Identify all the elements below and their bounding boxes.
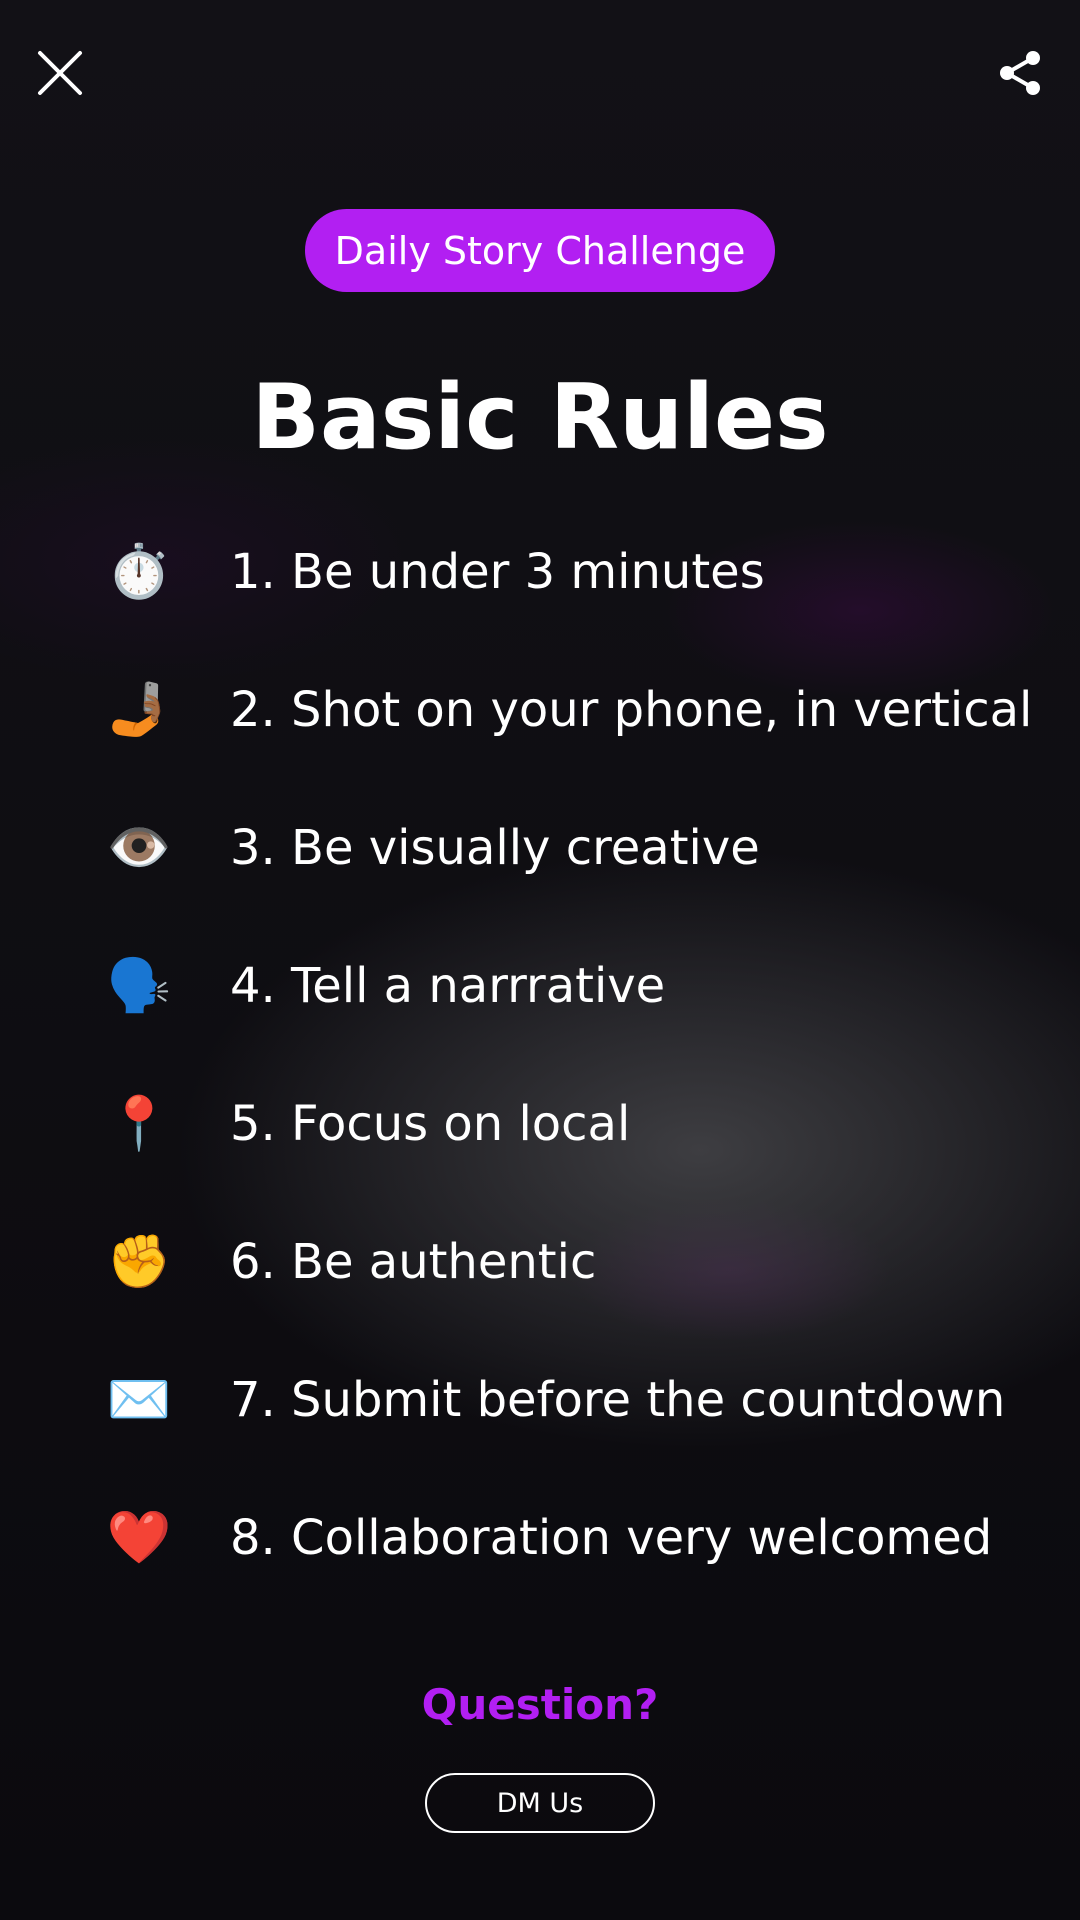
rule-item: ✊ 6. Be authentic	[0, 1212, 1080, 1312]
rule-item: 🤳🏾 2. Shot on your phone, in vertical	[0, 660, 1080, 760]
rule-text: 3. Be visually creative	[230, 820, 760, 876]
rule-item: ❤️ 8. Collaboration very welcomed	[0, 1488, 1080, 1588]
envelope-icon: ✉️	[106, 1370, 172, 1430]
challenge-badge-label: Daily Story Challenge	[334, 228, 746, 273]
selfie-icon: 🤳🏾	[106, 680, 172, 740]
rule-item: 📍 5. Focus on local	[0, 1074, 1080, 1174]
rule-text: 2. Shot on your phone, in vertical	[230, 682, 1033, 738]
rule-text: 5. Focus on local	[230, 1096, 631, 1152]
rule-text: 7. Submit before the countdown	[230, 1372, 1006, 1428]
share-button[interactable]	[980, 33, 1060, 113]
rule-text: 6. Be authentic	[230, 1234, 597, 1290]
close-button[interactable]	[20, 33, 100, 113]
dm-us-label: DM Us	[496, 1787, 584, 1819]
rule-item: 👁️ 3. Be visually creative	[0, 798, 1080, 898]
rule-item: 🗣️ 4. Tell a narrrative	[0, 936, 1080, 1036]
stopwatch-icon: ⏱️	[106, 542, 172, 602]
question-heading: Question?	[421, 1680, 659, 1729]
eye-icon: 👁️	[106, 818, 172, 878]
close-icon	[38, 51, 82, 95]
raised-fist-icon: ✊	[106, 1232, 172, 1292]
pushpin-icon: 📍	[106, 1094, 172, 1154]
rule-text: 1. Be under 3 minutes	[230, 544, 765, 600]
dm-us-button[interactable]: DM Us	[425, 1773, 655, 1833]
rule-text: 8. Collaboration very welcomed	[230, 1510, 993, 1566]
speaking-head-icon: 🗣️	[106, 956, 172, 1016]
challenge-badge: Daily Story Challenge	[305, 209, 775, 292]
rule-item: ✉️ 7. Submit before the countdown	[0, 1350, 1080, 1450]
rule-text: 4. Tell a narrrative	[230, 958, 666, 1014]
heart-icon: ❤️	[106, 1508, 172, 1568]
share-icon	[1000, 51, 1040, 95]
rule-item: ⏱️ 1. Be under 3 minutes	[0, 522, 1080, 622]
page-title: Basic Rules	[251, 365, 829, 470]
